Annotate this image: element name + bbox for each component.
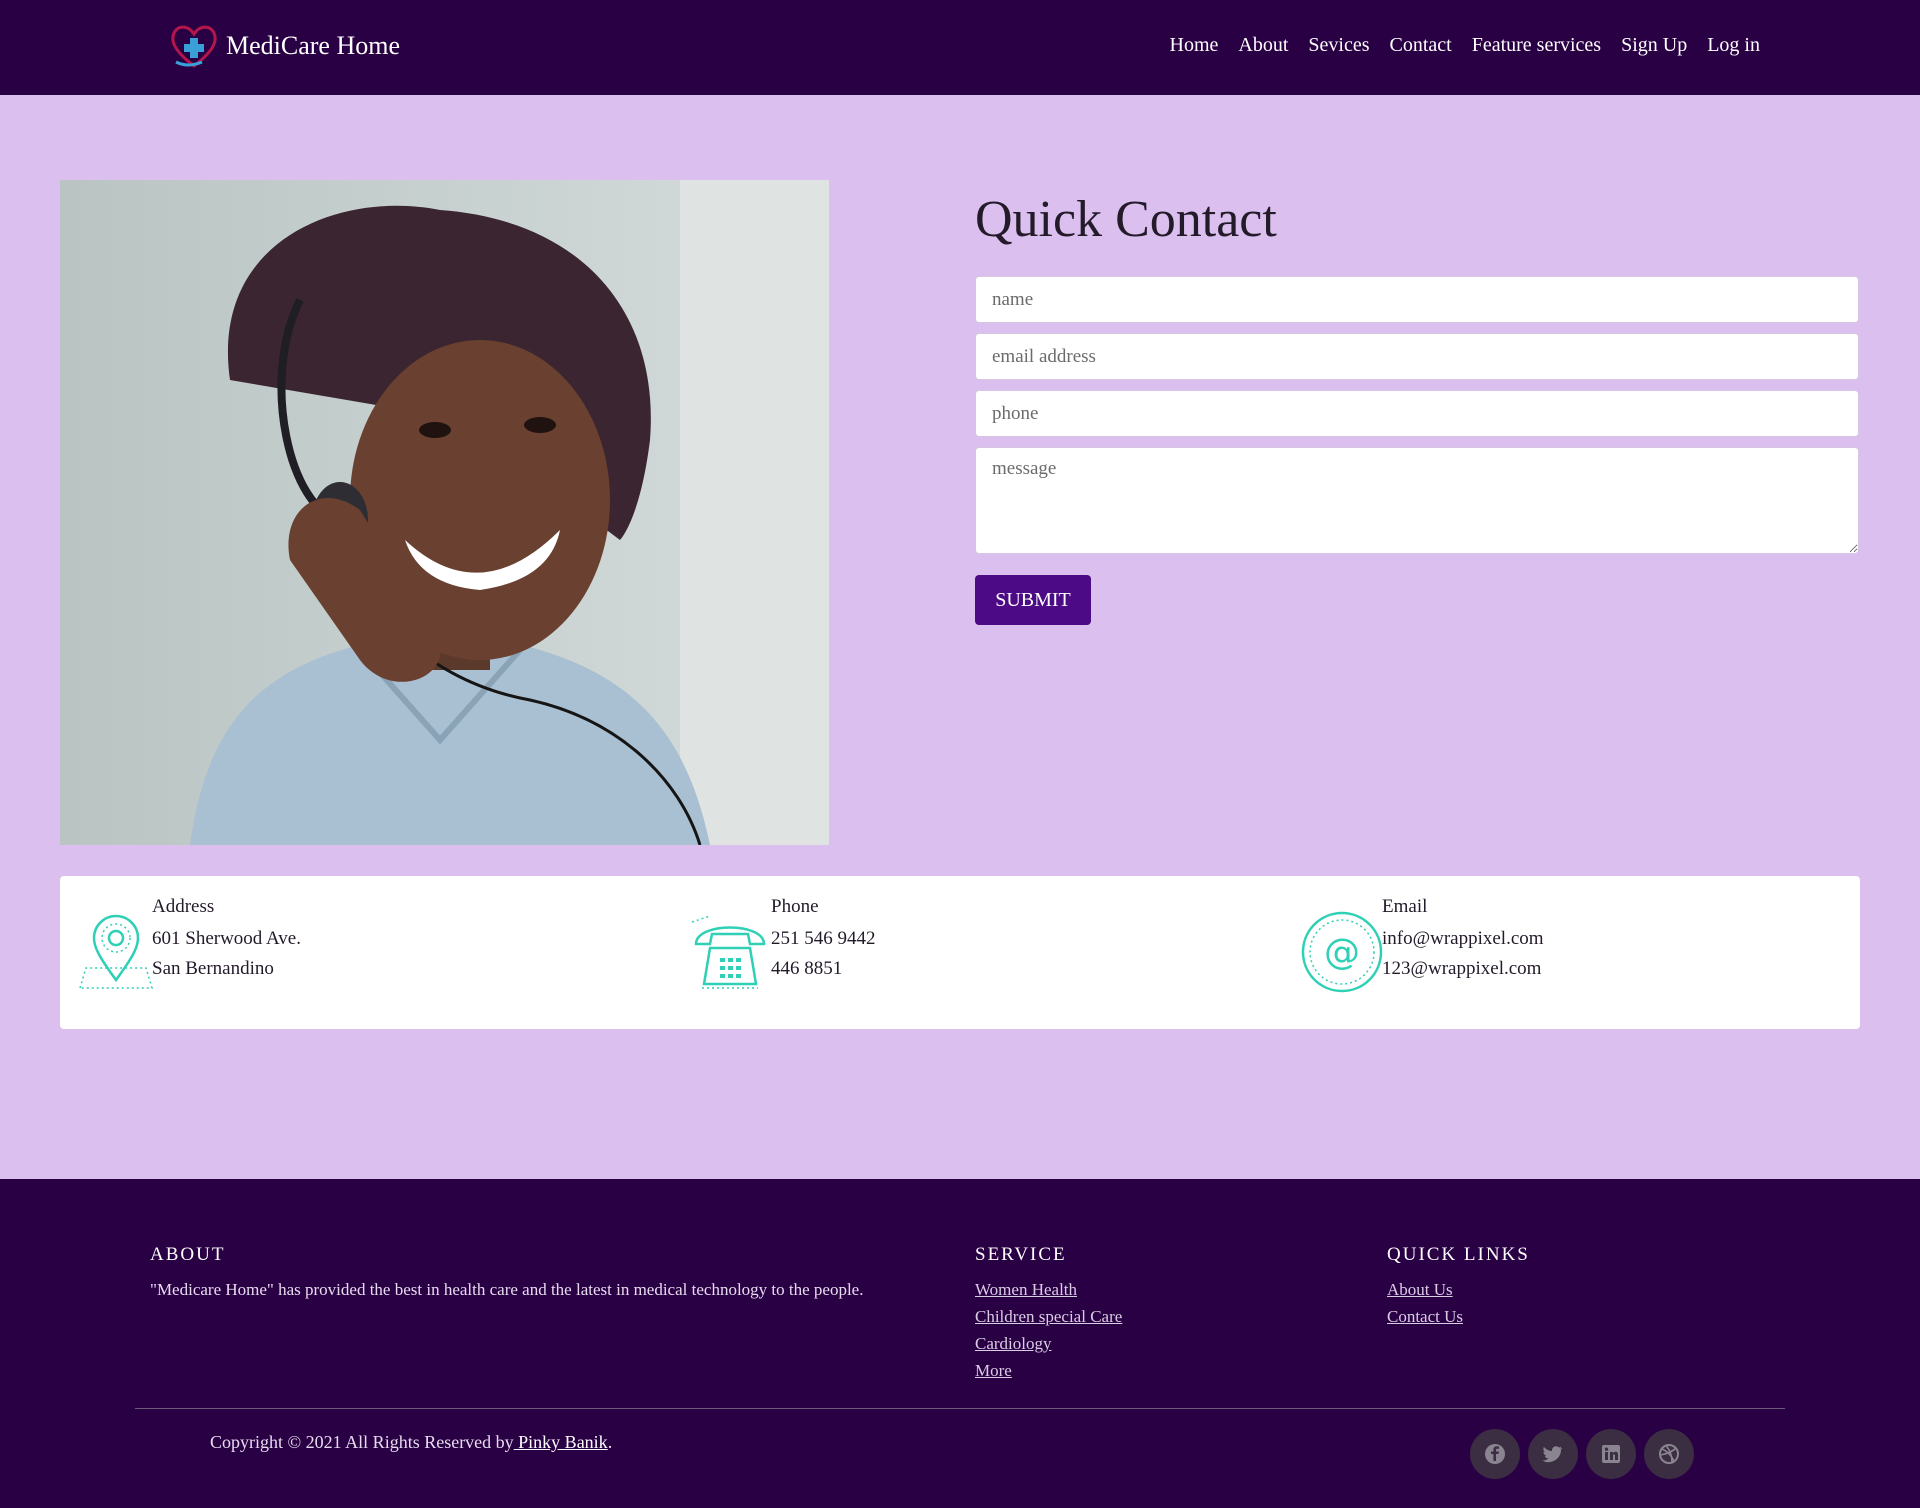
footer: ABOUT "Medicare Home" has provided the b… xyxy=(0,1179,1920,1508)
nav-home[interactable]: Home xyxy=(1170,34,1219,57)
footer-quick-links-heading: QUICK LINKS xyxy=(1387,1244,1530,1265)
author-link[interactable]: Pinky Banik xyxy=(514,1432,608,1452)
nav-about[interactable]: About xyxy=(1238,34,1288,57)
linkedin-icon[interactable] xyxy=(1586,1429,1636,1479)
phone-title: Phone xyxy=(771,896,819,917)
phone-line-1: 251 546 9442 xyxy=(771,928,876,949)
footer-service: SERVICE Women Health Children special Ca… xyxy=(975,1244,1122,1381)
medicare-logo-icon xyxy=(171,25,217,68)
email-line-1: info@wrappixel.com xyxy=(1382,928,1544,949)
footer-link-about-us[interactable]: About Us xyxy=(1387,1280,1530,1300)
footer-quick-links: QUICK LINKS About Us Contact Us xyxy=(1387,1244,1530,1327)
social-links xyxy=(1470,1429,1694,1479)
brand[interactable]: MediCare Home xyxy=(168,22,400,70)
phone-block: Phone 251 546 9442 446 8851 xyxy=(771,896,876,978)
dribbble-icon[interactable] xyxy=(1644,1429,1694,1479)
footer-link-contact-us[interactable]: Contact Us xyxy=(1387,1307,1530,1327)
footer-divider xyxy=(135,1408,1785,1409)
footer-service-heading: SERVICE xyxy=(975,1244,1067,1265)
nav-feature-services[interactable]: Feature services xyxy=(1472,34,1601,57)
email-title: Email xyxy=(1382,896,1428,917)
footer-link-children-care[interactable]: Children special Care xyxy=(975,1307,1122,1327)
nav-contact[interactable]: Contact xyxy=(1389,34,1451,57)
footer-link-more[interactable]: More xyxy=(975,1361,1122,1381)
submit-button[interactable]: SUBMIT xyxy=(975,575,1091,625)
address-line-1: 601 Sherwood Ave. xyxy=(152,928,301,949)
phone-line-2: 446 8851 xyxy=(771,958,843,979)
footer-link-cardiology[interactable]: Cardiology xyxy=(975,1334,1122,1354)
address-block: Address 601 Sherwood Ave. San Bernandino xyxy=(152,896,301,978)
nav-sign-up[interactable]: Sign Up xyxy=(1621,34,1687,57)
footer-about: ABOUT "Medicare Home" has provided the b… xyxy=(150,1244,950,1300)
copyright-text: Copyright © 2021 All Rights Reserved by xyxy=(210,1432,514,1452)
twitter-icon[interactable] xyxy=(1528,1429,1578,1479)
at-sign-icon: @ xyxy=(1301,911,1383,993)
svg-text:@: @ xyxy=(1324,932,1360,973)
telephone-icon xyxy=(691,915,766,989)
address-line-2: San Bernandino xyxy=(152,958,274,979)
email-line-2: 123@wrappixel.com xyxy=(1382,958,1542,979)
quick-contact-title: Quick Contact xyxy=(975,191,1277,248)
email-block: Email info@wrappixel.com 123@wrappixel.c… xyxy=(1382,896,1544,978)
email-input[interactable] xyxy=(975,333,1859,380)
footer-about-text: "Medicare Home" has provided the best in… xyxy=(150,1280,864,1299)
address-title: Address xyxy=(152,896,215,917)
main-nav: Home About Sevices Contact Feature servi… xyxy=(1150,34,1761,57)
footer-about-heading: ABOUT xyxy=(150,1244,226,1265)
copyright: Copyright © 2021 All Rights Reserved by … xyxy=(210,1432,612,1453)
nav-services[interactable]: Sevices xyxy=(1308,34,1369,57)
copyright-period: . xyxy=(607,1432,613,1452)
brand-name: MediCare Home xyxy=(226,31,401,60)
footer-link-women-health[interactable]: Women Health xyxy=(975,1280,1122,1300)
navbar: MediCare Home Home About Sevices Contact… xyxy=(0,0,1920,95)
name-input[interactable] xyxy=(975,276,1859,323)
map-pin-icon xyxy=(78,914,154,989)
phone-input[interactable] xyxy=(975,390,1859,437)
facebook-icon[interactable] xyxy=(1470,1429,1520,1479)
support-agent-photo xyxy=(60,180,829,845)
quick-contact-form: Quick Contact SUBMIT xyxy=(975,180,1859,625)
message-textarea[interactable] xyxy=(975,447,1859,554)
contact-info-strip: Address 601 Sherwood Ave. San Bernandino… xyxy=(60,876,1860,1029)
nav-log-in[interactable]: Log in xyxy=(1707,34,1760,57)
